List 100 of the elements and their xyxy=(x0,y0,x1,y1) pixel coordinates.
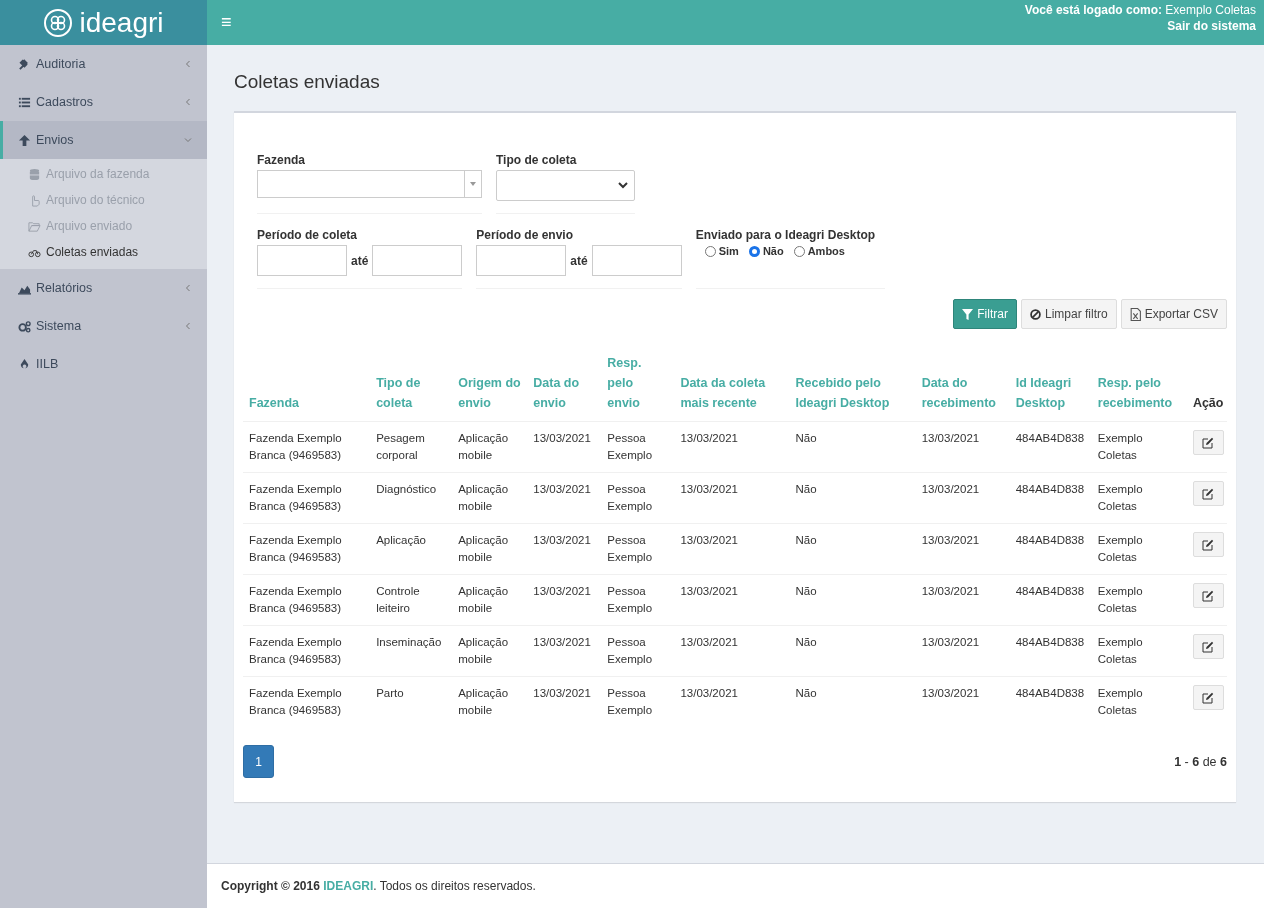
table-cell: Aplicação xyxy=(370,523,453,575)
table-cell: Aplicação mobile xyxy=(452,421,528,473)
table-cell: Pessoa Exemplo xyxy=(601,625,675,677)
up-arrow-icon xyxy=(18,133,31,147)
edit-icon xyxy=(1202,436,1215,449)
column-header: Tipo de coleta xyxy=(370,353,453,422)
column-header: Origem do envio xyxy=(452,353,528,422)
sidebar-item[interactable]: Relatórios xyxy=(0,269,207,307)
date-field[interactable] xyxy=(591,245,682,276)
date-field[interactable] xyxy=(257,245,347,276)
table-cell: 13/03/2021 xyxy=(527,421,602,473)
radio-label: Sim xyxy=(718,245,739,257)
edit-icon xyxy=(1202,487,1215,500)
column-header: Resp. pelo recebimento xyxy=(1091,353,1187,422)
pagination-summary: 1 - 6 de 6 xyxy=(1174,754,1227,769)
logo-text: ideagri xyxy=(79,6,164,39)
table-cell: 484AB4D838 xyxy=(1009,421,1092,473)
date-field[interactable] xyxy=(476,245,567,276)
table-cell: Diagnóstico xyxy=(370,472,453,524)
submenu-item[interactable]: Coletas enviadas xyxy=(0,239,207,265)
table-cell: 13/03/2021 xyxy=(915,472,1010,524)
table-cell: 484AB4D838 xyxy=(1009,676,1092,727)
radio-button[interactable] xyxy=(793,245,805,257)
chevron-left-icon xyxy=(184,322,192,330)
copyright-text: Copyright © 2016 IDEAGRI. Todos os direitos reservados. xyxy=(221,879,536,893)
table-cell: Não xyxy=(789,421,916,473)
field-label: Tipo de coleta xyxy=(496,153,578,167)
edit-button[interactable] xyxy=(1192,430,1224,455)
column-header: Ação xyxy=(1186,353,1227,422)
table-cell: 484AB4D838 xyxy=(1009,523,1092,575)
table-cell: Aplicação mobile xyxy=(452,472,528,524)
table-cell: 13/03/2021 xyxy=(527,523,602,575)
table-cell: Exemplo Coletas xyxy=(1091,523,1187,575)
table-cell: Pessoa Exemplo xyxy=(601,421,675,473)
table-cell: Parto xyxy=(370,676,453,727)
column-header: Data do recebimento xyxy=(915,353,1010,422)
chevron-down-icon xyxy=(184,136,192,144)
edit-button[interactable] xyxy=(1192,583,1224,608)
folder-icon xyxy=(28,219,41,233)
table-cell: Fazenda Exemplo Branca (9469583) xyxy=(243,676,371,727)
chevron-down-icon xyxy=(618,182,628,189)
table-cell: 13/03/2021 xyxy=(527,472,602,524)
field-label: Fazenda xyxy=(257,153,306,167)
radio-label: Não xyxy=(762,245,784,257)
caret-icon xyxy=(470,182,476,186)
table-cell: 13/03/2021 xyxy=(527,676,602,727)
table-cell: Inseminação xyxy=(370,625,453,677)
table-cell: Pessoa Exemplo xyxy=(601,472,675,524)
table-cell: 13/03/2021 xyxy=(674,625,790,677)
table-cell: 13/03/2021 xyxy=(527,574,602,626)
table-cell: Pessoa Exemplo xyxy=(601,676,675,727)
list-icon xyxy=(18,95,31,109)
edit-button[interactable] xyxy=(1192,532,1224,557)
sidebar-item[interactable]: Sistema xyxy=(0,307,207,345)
table-cell: Pessoa Exemplo xyxy=(601,574,675,626)
page-button[interactable]: 1 xyxy=(243,745,274,778)
column-header: Data do envio xyxy=(527,353,602,422)
menu-button[interactable]: ≡ xyxy=(207,0,246,45)
table-cell: Pesagem corporal xyxy=(370,421,453,473)
table-cell: 13/03/2021 xyxy=(674,523,790,575)
clear-filter-button[interactable]: Limpar filtro xyxy=(1020,299,1117,329)
edit-icon xyxy=(1202,640,1215,653)
filter-icon xyxy=(962,308,974,320)
chevron-left-icon xyxy=(184,98,192,106)
edit-button[interactable] xyxy=(1192,481,1224,506)
table-cell: Exemplo Coletas xyxy=(1091,421,1187,473)
table-cell: Aplicação mobile xyxy=(452,625,528,677)
table-cell: 13/03/2021 xyxy=(674,676,790,727)
table-cell: 13/03/2021 xyxy=(527,625,602,677)
table-cell: 13/03/2021 xyxy=(915,676,1010,727)
edit-button[interactable] xyxy=(1192,685,1224,710)
column-header: Data da coleta mais recente xyxy=(674,353,790,422)
field-label: Período de envio xyxy=(476,228,575,242)
date-field[interactable] xyxy=(372,245,463,276)
radio-button[interactable] xyxy=(704,245,716,257)
sidebar-item[interactable]: IILB xyxy=(0,345,207,383)
radio-button[interactable] xyxy=(748,245,760,257)
table-cell: Aplicação mobile xyxy=(452,574,528,626)
table-cell: Não xyxy=(789,676,916,727)
table-cell: Aplicação mobile xyxy=(452,523,528,575)
gears-icon xyxy=(18,319,31,333)
table-cell: Exemplo Coletas xyxy=(1091,574,1187,626)
sidebar-item[interactable]: Auditoria xyxy=(0,45,207,83)
sidebar-item[interactable]: Cadastros xyxy=(0,83,207,121)
table-cell: Não xyxy=(789,574,916,626)
logout-link[interactable]: Sair do sistema xyxy=(1167,18,1256,34)
chevron-left-icon xyxy=(184,60,192,68)
sidebar-item[interactable]: Envios xyxy=(0,121,207,159)
column-header: Id Ideagri Desktop xyxy=(1009,353,1092,422)
edit-button[interactable] xyxy=(1192,634,1224,659)
filter-button[interactable]: Filtrar xyxy=(953,299,1017,329)
table-cell: 13/03/2021 xyxy=(915,523,1010,575)
table-cell: Fazenda Exemplo Branca (9469583) xyxy=(243,625,371,677)
table-cell: Exemplo Coletas xyxy=(1091,625,1187,677)
export-csv-button[interactable]: Exportar CSV xyxy=(1120,299,1227,329)
table-cell: Fazenda Exemplo Branca (9469583) xyxy=(243,421,371,473)
edit-icon xyxy=(1202,691,1215,704)
table-cell: Fazenda Exemplo Branca (9469583) xyxy=(243,472,371,524)
table-cell: Pessoa Exemplo xyxy=(601,523,675,575)
drop-icon xyxy=(18,357,31,371)
